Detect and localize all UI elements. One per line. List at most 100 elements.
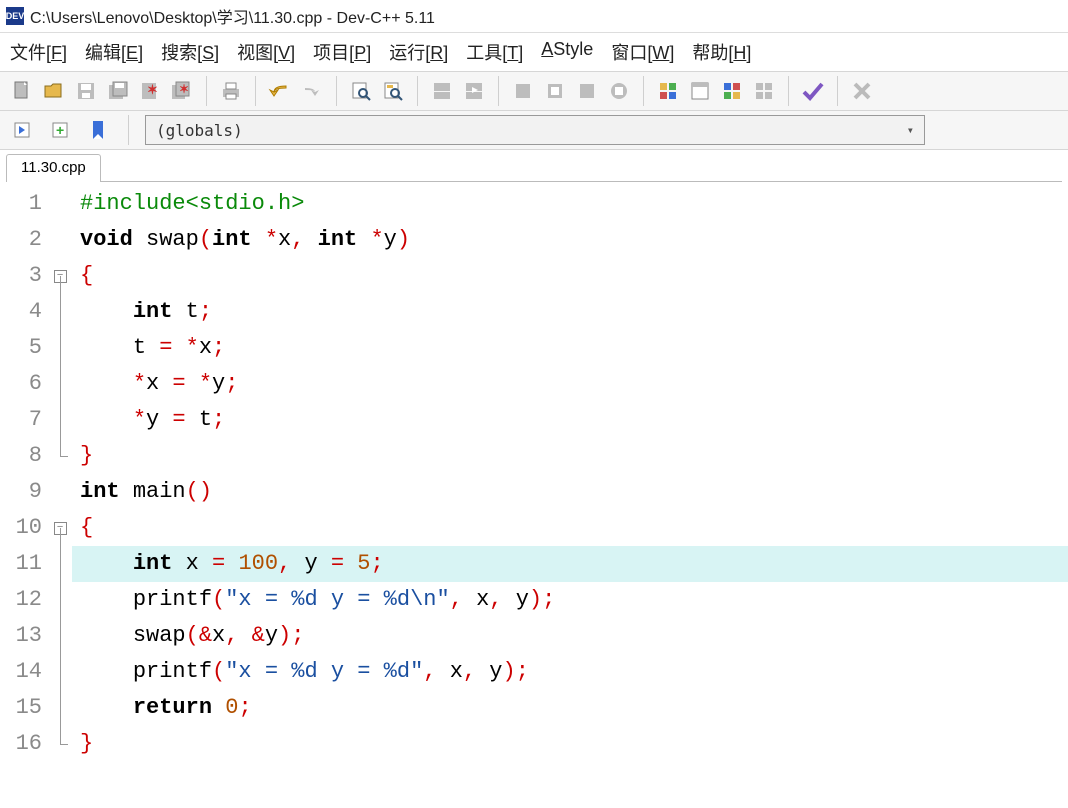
window-title: C:\Users\Lenovo\Desktop\学习\11.30.cpp - D… bbox=[30, 4, 435, 28]
fold-cell bbox=[48, 618, 72, 654]
profile-button[interactable] bbox=[654, 77, 682, 105]
code-editor[interactable]: 12345678910111213141516 −− #include<stdi… bbox=[0, 182, 1068, 766]
scope-combobox[interactable]: (globals) ▾ bbox=[145, 115, 925, 145]
fold-cell bbox=[48, 726, 72, 762]
menu-view[interactable]: 视图[V] bbox=[237, 39, 295, 65]
fold-cell[interactable]: − bbox=[48, 258, 72, 294]
editor-tabstrip: 11.30.cpp bbox=[0, 150, 1068, 182]
code-line[interactable]: int t; bbox=[72, 294, 1068, 330]
app-icon: DEV bbox=[6, 7, 24, 25]
code-line[interactable]: *x = *y; bbox=[72, 366, 1068, 402]
add-bookmark-button[interactable]: + bbox=[46, 116, 74, 144]
window-cascade-button[interactable] bbox=[718, 77, 746, 105]
svg-text:✶: ✶ bbox=[147, 82, 158, 97]
menu-help[interactable]: 帮助[H] bbox=[692, 39, 751, 65]
line-number: 15 bbox=[10, 690, 42, 726]
menu-search[interactable]: 搜索[S] bbox=[161, 39, 219, 65]
code-area[interactable]: #include<stdio.h>void swap(int *x, int *… bbox=[72, 182, 1068, 766]
new-file-button[interactable] bbox=[8, 77, 36, 105]
find-button[interactable] bbox=[347, 77, 375, 105]
line-number: 1 bbox=[10, 186, 42, 222]
menu-tools[interactable]: 工具[T] bbox=[466, 39, 523, 65]
svg-text:+: + bbox=[56, 122, 64, 138]
line-number: 5 bbox=[10, 330, 42, 366]
line-number: 7 bbox=[10, 402, 42, 438]
fold-cell bbox=[48, 222, 72, 258]
save-all-button[interactable] bbox=[104, 77, 132, 105]
menu-window[interactable]: 窗口[W] bbox=[611, 39, 674, 65]
fold-cell bbox=[48, 186, 72, 222]
line-number-gutter: 12345678910111213141516 bbox=[0, 182, 48, 766]
line-number: 6 bbox=[10, 366, 42, 402]
run-button[interactable] bbox=[460, 77, 488, 105]
line-number: 8 bbox=[10, 438, 42, 474]
print-button[interactable] bbox=[217, 77, 245, 105]
fold-cell bbox=[48, 438, 72, 474]
line-number: 4 bbox=[10, 294, 42, 330]
fold-cell bbox=[48, 582, 72, 618]
code-line[interactable]: return 0; bbox=[72, 690, 1068, 726]
window-grid-button[interactable] bbox=[750, 77, 778, 105]
line-number: 14 bbox=[10, 654, 42, 690]
check-syntax-button[interactable] bbox=[799, 77, 827, 105]
code-line[interactable]: #include<stdio.h> bbox=[72, 186, 1068, 222]
line-number: 10 bbox=[10, 510, 42, 546]
fold-cell bbox=[48, 330, 72, 366]
open-file-button[interactable] bbox=[40, 77, 68, 105]
fold-cell bbox=[48, 654, 72, 690]
tab-label: 11.30.cpp bbox=[21, 159, 86, 176]
replace-button[interactable] bbox=[379, 77, 407, 105]
menu-astyle[interactable]: AStyle bbox=[541, 39, 593, 65]
toolbar-secondary: + (globals) ▾ bbox=[0, 111, 1068, 150]
code-line[interactable]: t = *x; bbox=[72, 330, 1068, 366]
toolbar-main: ✶ ✶ bbox=[0, 71, 1068, 111]
chevron-down-icon: ▾ bbox=[907, 123, 914, 137]
code-line[interactable]: *y = t; bbox=[72, 402, 1068, 438]
code-line[interactable]: { bbox=[72, 258, 1068, 294]
line-number: 12 bbox=[10, 582, 42, 618]
redo-button[interactable] bbox=[298, 77, 326, 105]
save-button[interactable] bbox=[72, 77, 100, 105]
compile-run-button[interactable] bbox=[509, 77, 537, 105]
code-line[interactable]: void swap(int *x, int *y) bbox=[72, 222, 1068, 258]
fold-cell bbox=[48, 294, 72, 330]
toggle-bookmark-button[interactable] bbox=[84, 116, 112, 144]
window-tile-button[interactable] bbox=[686, 77, 714, 105]
goto-function-button[interactable] bbox=[8, 116, 36, 144]
menu-run[interactable]: 运行[R] bbox=[389, 39, 448, 65]
line-number: 9 bbox=[10, 474, 42, 510]
code-line[interactable]: printf("x = %d y = %d", x, y); bbox=[72, 654, 1068, 690]
titlebar: DEV C:\Users\Lenovo\Desktop\学习\11.30.cpp… bbox=[0, 0, 1068, 33]
menu-edit[interactable]: 编辑[E] bbox=[85, 39, 143, 65]
code-line[interactable]: int x = 100, y = 5; bbox=[72, 546, 1068, 582]
line-number: 11 bbox=[10, 546, 42, 582]
debug-button[interactable] bbox=[573, 77, 601, 105]
code-line[interactable]: int main() bbox=[72, 474, 1068, 510]
undo-button[interactable] bbox=[266, 77, 294, 105]
stop-button[interactable] bbox=[605, 77, 633, 105]
fold-cell bbox=[48, 402, 72, 438]
close-all-button[interactable]: ✶ bbox=[168, 77, 196, 105]
delete-button[interactable] bbox=[848, 77, 876, 105]
rebuild-button[interactable] bbox=[541, 77, 569, 105]
menu-file[interactable]: 文件[F] bbox=[10, 39, 67, 65]
line-number: 2 bbox=[10, 222, 42, 258]
fold-cell[interactable]: − bbox=[48, 510, 72, 546]
code-line[interactable]: } bbox=[72, 438, 1068, 474]
code-line[interactable]: } bbox=[72, 726, 1068, 762]
fold-cell bbox=[48, 474, 72, 510]
fold-column[interactable]: −− bbox=[48, 182, 72, 766]
menu-project[interactable]: 项目[P] bbox=[313, 39, 371, 65]
menubar: 文件[F] 编辑[E] 搜索[S] 视图[V] 项目[P] 运行[R] 工具[T… bbox=[0, 33, 1068, 71]
compile-button[interactable] bbox=[428, 77, 456, 105]
fold-cell bbox=[48, 690, 72, 726]
code-line[interactable]: swap(&x, &y); bbox=[72, 618, 1068, 654]
line-number: 13 bbox=[10, 618, 42, 654]
line-number: 16 bbox=[10, 726, 42, 762]
code-line[interactable]: { bbox=[72, 510, 1068, 546]
code-line[interactable]: printf("x = %d y = %d\n", x, y); bbox=[72, 582, 1068, 618]
scope-value: (globals) bbox=[156, 121, 243, 140]
close-file-button[interactable]: ✶ bbox=[136, 77, 164, 105]
svg-text:✶: ✶ bbox=[179, 82, 189, 96]
tab-file[interactable]: 11.30.cpp bbox=[6, 154, 101, 182]
